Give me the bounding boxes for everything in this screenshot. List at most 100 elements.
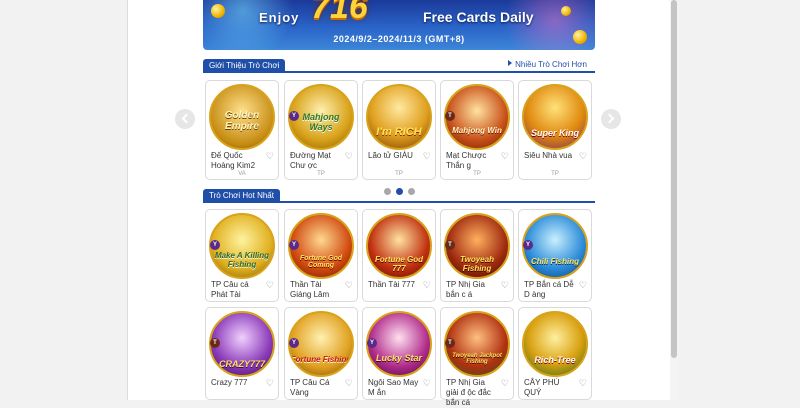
- scrollbar[interactable]: [670, 0, 678, 400]
- game-title: Thần Tài 777: [368, 280, 415, 289]
- game-title: TP Nhị Gia bắn c á: [446, 280, 485, 299]
- provider-t-icon: T: [445, 111, 455, 121]
- heart-icon[interactable]: ♡: [266, 151, 274, 161]
- game-title: Thần Tài Giáng Lâm: [290, 280, 330, 299]
- game-title: TP Câu cá Phát Tài: [211, 280, 249, 299]
- game-card[interactable]: Make A Killing Fishing Y TP Câu cá Phát …: [205, 209, 279, 302]
- game-art-text: Super King: [530, 128, 579, 138]
- game-art-text: Fortune Fishing: [290, 355, 352, 364]
- game-art-rich-tree: Rich-Tree: [522, 311, 588, 377]
- heart-icon[interactable]: ♡: [423, 151, 431, 161]
- game-title: Mạt Chược Thắn g: [446, 151, 487, 170]
- scrollbar-thumb[interactable]: [671, 0, 677, 358]
- section-hot-tab[interactable]: Trò Chơi Hot Nhất: [203, 189, 280, 202]
- game-art-text: Rich-Tree: [534, 355, 576, 365]
- game-card[interactable]: Twoyeah Jackpot Fishing T TP Nhị Gia giả…: [440, 307, 514, 407]
- provider-t-icon: T: [210, 338, 220, 348]
- provider-t-icon: T: [445, 240, 455, 250]
- game-provider-tag: TP: [473, 171, 481, 177]
- game-card[interactable]: CRAZY777 T Crazy 777 ♡: [205, 307, 279, 400]
- triangle-right-icon: [508, 60, 513, 66]
- game-provider-tag: TP: [317, 171, 325, 177]
- section-intro-header: Giới Thiệu Trò Chơi Nhiều Trò Chơi Hơn: [203, 59, 595, 73]
- game-title: Siêu Nhà vua: [524, 151, 573, 160]
- game-art-text: Twoyeah Fishing: [460, 255, 494, 273]
- provider-y-icon: Y: [367, 338, 377, 348]
- game-card[interactable]: Fortune God 777 Thần Tài 777 ♡: [362, 209, 436, 302]
- game-art-text: I'm RICH: [376, 126, 422, 138]
- heart-icon[interactable]: ♡: [579, 378, 587, 388]
- game-card[interactable]: Super King Siêu Nhà vua ♡ TP: [518, 80, 592, 180]
- banner-enjoy: Enjoy: [259, 10, 300, 25]
- game-art-text: Chili Fishing: [531, 257, 579, 266]
- heart-icon[interactable]: ♡: [579, 151, 587, 161]
- game-provider-tag: TP: [551, 171, 559, 177]
- heart-icon[interactable]: ♡: [501, 280, 509, 290]
- provider-y-icon: Y: [210, 240, 220, 250]
- game-art-super-king: Super King: [522, 84, 588, 150]
- provider-y-icon: Y: [289, 240, 299, 250]
- heart-icon[interactable]: ♡: [423, 378, 431, 388]
- game-art-text: Lucky Star: [375, 353, 423, 363]
- promo-banner[interactable]: Enjoy 716 Free Cards Daily 2024/9/2–2024…: [203, 0, 595, 50]
- game-title: Ngôi Sao May M ắn: [368, 378, 419, 397]
- game-art-text: Mahjong Win: [452, 126, 502, 135]
- provider-t-icon: T: [445, 338, 455, 348]
- game-title: Crazy 777: [211, 378, 248, 387]
- heart-icon[interactable]: ♡: [423, 280, 431, 290]
- chevron-left-icon: [181, 113, 192, 124]
- game-card[interactable]: Twoyeah Fishing T TP Nhị Gia bắn c á ♡: [440, 209, 514, 302]
- game-card[interactable]: Fortune God Coming Y Thần Tài Giáng Lâm …: [284, 209, 358, 302]
- game-art-text: Golden Empire: [224, 110, 260, 132]
- heart-icon[interactable]: ♡: [345, 378, 353, 388]
- provider-y-icon: Y: [289, 111, 299, 121]
- heart-icon[interactable]: ♡: [501, 378, 509, 388]
- game-title: TP Nhị Gia giải đ ộc đắc bắn cá: [446, 378, 491, 407]
- game-art-fortune-god-777: Fortune God 777: [366, 213, 432, 279]
- game-art-text: Mahjong Ways: [302, 112, 340, 132]
- game-art-text: Make A Killing Fishing: [214, 251, 270, 269]
- heart-icon[interactable]: ♡: [345, 280, 353, 290]
- game-card[interactable]: Mahjong Ways Y Đường Mạt Chư ợc ♡ TP: [284, 80, 358, 180]
- carousel-next-button[interactable]: [601, 109, 621, 129]
- game-title: Lão tử GIÀU: [368, 151, 413, 160]
- game-art-text: CRAZY777: [218, 359, 265, 369]
- provider-y-icon: Y: [289, 338, 299, 348]
- game-card[interactable]: Chili Fishing Y TP Bắn cá Dễ D àng ♡: [518, 209, 592, 302]
- provider-y-icon: Y: [523, 240, 533, 250]
- game-title: Đường Mạt Chư ợc: [290, 151, 331, 170]
- game-card[interactable]: Golden Empire Đế Quốc Hoàng Kim2 ♡ VA: [205, 80, 279, 180]
- chevron-right-icon: [604, 113, 615, 124]
- game-art-text: Fortune God 777: [375, 255, 423, 273]
- more-games-label: Nhiều Trò Chơi Hơn: [515, 60, 587, 69]
- game-title: Đế Quốc Hoàng Kim2: [211, 151, 256, 170]
- heart-icon[interactable]: ♡: [579, 280, 587, 290]
- section-hot-header: Trò Chơi Hot Nhất: [203, 189, 595, 203]
- coin-icon: [211, 4, 225, 18]
- game-provider-tag: TP: [395, 171, 403, 177]
- game-card[interactable]: I'm RICH Lão tử GIÀU ♡ TP: [362, 80, 436, 180]
- game-art-im-rich: I'm RICH: [366, 84, 432, 150]
- heart-icon[interactable]: ♡: [501, 151, 509, 161]
- game-card[interactable]: Lucky Star Y Ngôi Sao May M ắn ♡: [362, 307, 436, 400]
- heart-icon[interactable]: ♡: [345, 151, 353, 161]
- game-card[interactable]: Rich-Tree CÂY PHÚ QUÝ ♡: [518, 307, 592, 400]
- heart-icon[interactable]: ♡: [266, 280, 274, 290]
- game-title: CÂY PHÚ QUÝ: [524, 378, 560, 397]
- game-art-text: Fortune God Coming: [300, 255, 342, 269]
- carousel-prev-button[interactable]: [175, 109, 195, 129]
- coin-icon: [561, 6, 571, 16]
- banner-free-text: Free Cards Daily: [423, 9, 534, 25]
- game-art-golden-empire: Golden Empire: [209, 84, 275, 150]
- more-games-link[interactable]: Nhiều Trò Chơi Hơn: [508, 60, 587, 69]
- game-card[interactable]: Mahjong Win T Mạt Chược Thắn g ♡ TP: [440, 80, 514, 180]
- banner-amount: 716: [311, 0, 368, 26]
- heart-icon[interactable]: ♡: [266, 378, 274, 388]
- section-intro-tab[interactable]: Giới Thiệu Trò Chơi: [203, 59, 286, 72]
- game-title: TP Bắn cá Dễ D àng: [524, 280, 574, 299]
- game-card[interactable]: Fortune Fishing Y TP Câu Cá Vàng ♡: [284, 307, 358, 400]
- game-art-text: Twoyeah Jackpot Fishing: [452, 353, 502, 365]
- game-provider-tag: VA: [238, 171, 246, 177]
- banner-dates: 2024/9/2–2024/11/3 (GMT+8): [333, 34, 465, 44]
- game-title: TP Câu Cá Vàng: [290, 378, 330, 397]
